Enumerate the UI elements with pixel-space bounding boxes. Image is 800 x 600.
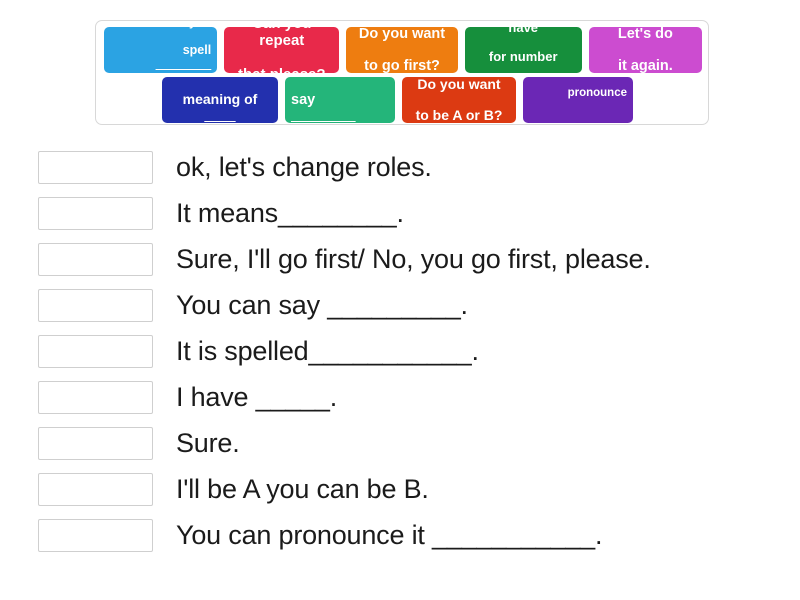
tile-line-2: spell (182, 43, 212, 57)
answer-text: Sure, I'll go first/ No, you go first, p… (176, 243, 651, 274)
dropzone-9[interactable] (38, 518, 153, 552)
tile-how-do-you-pronounce[interactable]: How do you pronounce ________? (523, 77, 633, 123)
tile-line-2: for number (488, 49, 558, 64)
tile-do-you-want-to-go-first[interactable]: Do you want to go first? (346, 27, 458, 73)
tile-how-do-you-spell[interactable]: How do you spell________? (104, 27, 218, 73)
tile-lets-do-it-again[interactable]: Let's do it again. (588, 27, 702, 73)
tile-line-2: that please? (230, 66, 333, 73)
tile-line-1: How do you (110, 27, 211, 29)
tile-blank: ____ (508, 63, 538, 73)
answer-row: ok, let's change roles. (38, 144, 783, 190)
tile-blank: ________ (575, 112, 627, 123)
tile-what-is-the-meaning-of[interactable]: What is the meaning of____? (162, 77, 278, 123)
tile-tray-row-2: What is the meaning of____? How do you s… (102, 77, 702, 123)
answer-row: You can pronounce it ___________. (38, 512, 783, 558)
answer-row: It means________. (38, 190, 783, 236)
tile-do-you-want-to-be-a-or-b[interactable]: Do you want to be A or B? (402, 77, 516, 123)
dropzone-5[interactable] (38, 334, 153, 368)
tile-blank: ____ (204, 106, 236, 123)
tile-line-1: Can you repeat (252, 27, 311, 50)
dropzone-4[interactable] (38, 288, 153, 322)
answer-text: You can say _________. (176, 289, 468, 320)
answer-row: Sure. (38, 420, 783, 466)
answer-text: You can pronounce it ___________. (176, 519, 603, 550)
tile-line-2: to go first? (364, 58, 440, 73)
activity-canvas: How do you spell________? Can you repeat… (0, 0, 800, 600)
tile-line-1: Do you want (358, 27, 446, 42)
tile-tray: How do you spell________? Can you repeat… (95, 20, 709, 125)
answer-text: It means________. (176, 197, 404, 228)
answer-text: It is spelled___________. (176, 335, 479, 366)
tile-how-do-you-say[interactable]: How do you say ________? (285, 77, 395, 123)
answer-row: It is spelled___________. (38, 328, 783, 374)
tile-line-2: meaning of (182, 91, 258, 108)
tile-line-2: to be A or B? (415, 106, 503, 123)
dropzone-6[interactable] (38, 380, 153, 414)
answer-row: I have _____. (38, 374, 783, 420)
answer-row: Sure, I'll go first/ No, you go first, p… (38, 236, 783, 282)
tile-tray-row-1: How do you spell________? Can you repeat… (102, 27, 702, 73)
tile-line-1: Let's do (617, 27, 673, 42)
dropzone-7[interactable] (38, 426, 153, 460)
tile-blank: ________ (291, 108, 356, 123)
dropzone-2[interactable] (38, 196, 153, 230)
tile-line-2: it again. (617, 58, 673, 73)
tile-blank: ________ (155, 57, 212, 71)
tile-line-1: Do you want (417, 77, 501, 92)
tile-what-do-you-have-for-number[interactable]: What do you have for number ____? (464, 27, 582, 73)
tile-line-1: What do you have (508, 27, 539, 35)
tile-tail: ? (110, 71, 212, 73)
answer-text: I'll be A you can be B. (176, 473, 429, 504)
answer-text: I have _____. (176, 381, 338, 412)
dropzone-8[interactable] (38, 472, 153, 506)
answer-text: Sure. (176, 427, 240, 458)
answer-row: You can say _________. (38, 282, 783, 328)
tile-line-2: say (291, 91, 316, 108)
dropzone-3[interactable] (38, 242, 153, 276)
dropzone-1[interactable] (38, 150, 153, 184)
tile-line-2: pronounce (567, 87, 627, 100)
tile-can-you-repeat[interactable]: Can you repeat that please? (224, 27, 340, 73)
answer-row: I'll be A you can be B. (38, 466, 783, 512)
answer-list: ok, let's change roles. It means________… (38, 144, 783, 558)
answer-text: ok, let's change roles. (176, 151, 432, 182)
